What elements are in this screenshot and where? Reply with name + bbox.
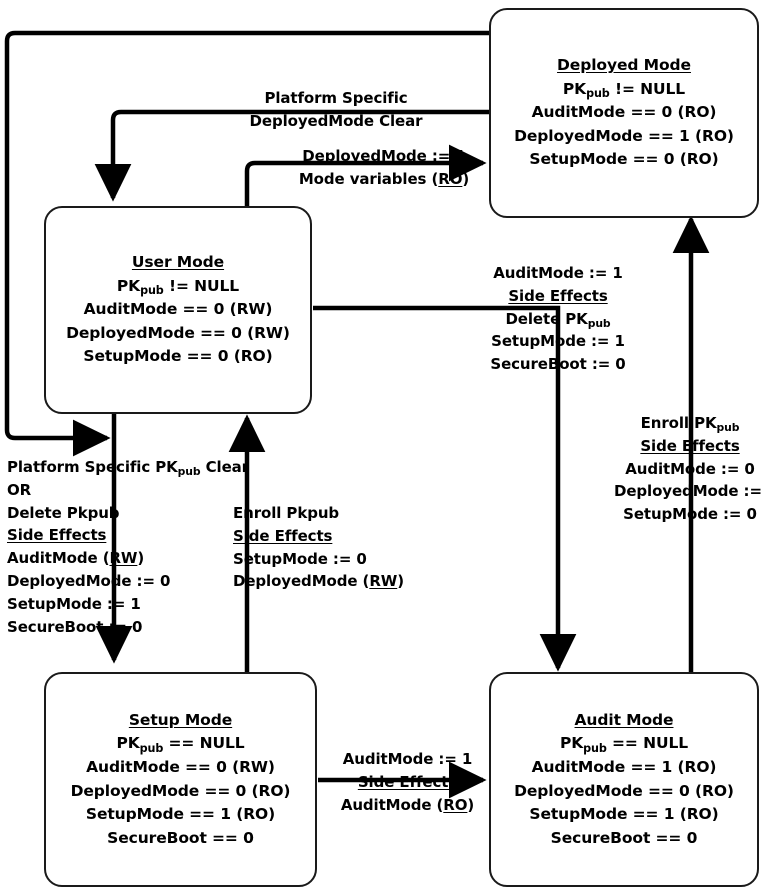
label-line: SetupMode := 0 xyxy=(233,549,367,568)
node-line: PKpub == NULL xyxy=(559,734,689,755)
node-line: DeployedMode == 1 (RO) xyxy=(514,126,734,145)
label-line: AuditMode (RW) xyxy=(7,549,145,568)
label-line: SetupMode := 0 xyxy=(623,505,757,524)
edge-label-setup-to-user: Enroll Pkpub Side Effects SetupMode := 0… xyxy=(233,502,433,593)
label-line: AuditMode (RO) xyxy=(340,795,475,814)
label-line: Side Effects xyxy=(508,286,608,305)
label-line: AuditMode := 1 xyxy=(493,264,623,282)
state-node-user-mode[interactable]: User Mode PKpub != NULL AuditMode == 0 (… xyxy=(44,206,312,414)
label-line: Mode variables (RO) xyxy=(298,169,470,188)
label-line: AuditMode := 1 xyxy=(342,750,473,768)
edge-label-audit-to-deployed: Enroll PKpub Side Effects AuditMode := 0… xyxy=(614,412,767,526)
state-diagram-canvas: Deployed Mode PKpub != NULL AuditMode ==… xyxy=(0,0,767,896)
label-line: Delete Pkpub xyxy=(7,503,120,522)
node-line: AuditMode == 1 (RO) xyxy=(531,757,717,776)
node-title-setup-mode: Setup Mode xyxy=(128,710,233,729)
label-line: Side Effects xyxy=(7,526,107,545)
edge-label-user-to-deployed: DeployedMode := 1 Mode variables (RO) xyxy=(294,145,474,191)
node-line: DeployedMode == 0 (RW) xyxy=(66,323,290,342)
label-line: Side Effects xyxy=(357,772,458,791)
state-node-setup-mode[interactable]: Setup Mode PKpub == NULL AuditMode == 0 … xyxy=(44,672,317,887)
label-line: Side Effects xyxy=(640,436,740,455)
node-line: SetupMode == 1 (RO) xyxy=(529,805,719,824)
node-line: PKpub != NULL xyxy=(116,276,240,297)
node-line: DeployedMode == 0 (RO) xyxy=(70,781,291,800)
label-line: DeployedMode := 0 xyxy=(7,571,171,590)
node-line: PKpub != NULL xyxy=(562,79,686,100)
edge-label-user-to-setup: Platform Specific PKpub Clear OR Delete … xyxy=(7,456,257,638)
label-line: AuditMode := 0 xyxy=(625,459,755,478)
label-line: Enroll Pkpub xyxy=(233,504,340,522)
node-line: AuditMode == 0 (RO) xyxy=(531,103,717,122)
state-node-audit-mode[interactable]: Audit Mode PKpub == NULL AuditMode == 1 … xyxy=(489,672,759,887)
node-line: SecureBoot == 0 xyxy=(550,828,698,847)
label-line: DeployedMode Clear xyxy=(249,111,423,130)
label-line: DeployedMode := 1 xyxy=(614,482,767,501)
label-line: Delete PKpub xyxy=(505,309,611,330)
label-line: SecureBoot := 0 xyxy=(490,355,626,374)
label-line: Platform Specific PKpub Clear xyxy=(7,458,249,479)
node-line: SetupMode == 0 (RO) xyxy=(529,150,719,169)
node-line: AuditMode == 0 (RW) xyxy=(86,757,275,776)
edge-label-deployed-to-user: Platform Specific DeployedMode Clear xyxy=(236,87,436,133)
edge-label-user-to-audit: AuditMode := 1 Side Effects Delete PKpub… xyxy=(478,262,638,376)
label-line: Platform Specific xyxy=(264,89,408,107)
state-node-deployed-mode[interactable]: Deployed Mode PKpub != NULL AuditMode ==… xyxy=(489,8,759,218)
edge-label-setup-to-audit: AuditMode := 1 Side Effects AuditMode (R… xyxy=(330,748,485,816)
label-line: SecureBoot := 0 xyxy=(7,617,143,636)
node-line: SetupMode == 1 (RO) xyxy=(85,805,276,824)
label-line: DeployedMode := 1 xyxy=(302,147,466,165)
label-line: Side Effects xyxy=(233,526,333,545)
node-title-deployed-mode: Deployed Mode xyxy=(557,56,691,75)
label-line: SetupMode := 1 xyxy=(491,332,625,351)
node-line: AuditMode == 0 (RW) xyxy=(83,300,273,319)
label-line: Enroll PKpub xyxy=(640,414,740,435)
node-line: SetupMode == 0 (RO) xyxy=(83,347,273,366)
node-line: PKpub == NULL xyxy=(116,734,245,755)
label-line: SetupMode := 1 xyxy=(7,594,141,613)
node-title-user-mode: User Mode xyxy=(131,253,225,272)
label-line: DeployedMode (RW) xyxy=(233,572,404,591)
node-line: DeployedMode == 0 (RO) xyxy=(514,781,734,800)
label-line: OR xyxy=(7,480,32,499)
node-line: SecureBoot == 0 xyxy=(107,828,254,847)
node-title-audit-mode: Audit Mode xyxy=(574,710,674,729)
